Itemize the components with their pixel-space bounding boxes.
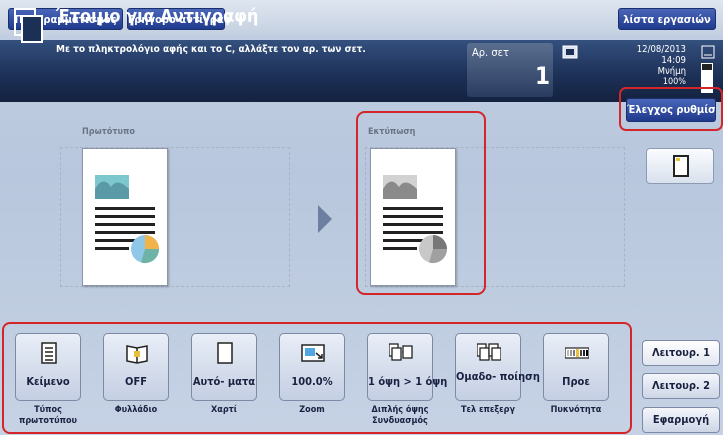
document-text-icon (41, 342, 57, 364)
time: 14:09 (661, 55, 686, 66)
zoom-key[interactable]: 100.0% (279, 333, 345, 401)
page-icon (673, 155, 689, 177)
original-label: Πρωτότυπο (82, 127, 135, 137)
sets-label: Αρ. σετ (472, 46, 509, 59)
booklet-icon (126, 345, 148, 364)
copy-icon (14, 8, 43, 43)
arrow-icon (318, 205, 332, 233)
density-key[interactable]: Προε (543, 333, 609, 401)
duplex-combine-key[interactable]: 1 όψη > 1 όψη (367, 333, 448, 401)
job-icon (562, 45, 578, 59)
tab-function-2[interactable]: Λειτουρ. 2 (642, 373, 720, 399)
page-title: Έτοιμο για Αντιγραφή (56, 6, 259, 27)
storage-icon (701, 45, 715, 59)
date: 12/08/2013 (636, 44, 686, 55)
booklet-key[interactable]: OFF (103, 333, 169, 401)
zoom-icon (301, 344, 325, 362)
density-value: Προε (562, 375, 590, 388)
tab-application[interactable]: Εφαρμογή (642, 407, 720, 433)
color-document-icon (95, 175, 160, 264)
paper-icon (217, 342, 233, 364)
group-icon (477, 343, 501, 361)
duplex-icon (389, 343, 413, 361)
original-type-value: Κείμενο (26, 375, 70, 388)
copy-screen: Προγραμματισμός Γρήγορο αντίγραφ λίστα ε… (0, 0, 723, 435)
memory-percent: 100% (662, 77, 686, 87)
finishing-label: Τελ επεξεργ (460, 405, 515, 415)
paper-key[interactable]: Αυτό- ματα (191, 333, 257, 401)
zoom-label: Zoom (299, 405, 325, 415)
paper-value: Αυτό- ματα (192, 375, 256, 388)
booklet-value: OFF (125, 375, 147, 388)
paper-label: Χαρτί (211, 405, 237, 415)
sets-value: 1 (534, 62, 550, 90)
print-preview-highlight (356, 111, 486, 295)
original-type-label: Τύπος πρωτοτύπου (18, 405, 78, 426)
density-icon (565, 347, 589, 359)
duplex-label: Διπλής όψης Συνδυασμός (371, 405, 429, 426)
duplex-value: 1 όψη > 1 όψη (368, 375, 448, 388)
status-message: Με το πληκτρολόγιο αφής και το C, αλλάξτ… (56, 44, 366, 55)
check-settings-highlight (619, 87, 723, 131)
booklet-label: Φυλλάδιο (114, 405, 158, 415)
finishing-value: Ομαδο- ποίηση (456, 370, 540, 383)
original-type-key[interactable]: Κείμενο (15, 333, 81, 401)
density-label: Πυκνότητα (550, 405, 602, 415)
job-list-button[interactable]: λίστα εργασιών (618, 8, 716, 30)
original-page-preview (82, 148, 168, 286)
zoom-value: 100.0% (291, 375, 333, 388)
tab-function-1[interactable]: Λειτουρ. 1 (642, 340, 720, 366)
finishing-key[interactable]: Ομαδο- ποίηση (455, 333, 540, 401)
page-view-button[interactable] (646, 148, 714, 184)
memory-label: Μνήμη (657, 66, 686, 77)
